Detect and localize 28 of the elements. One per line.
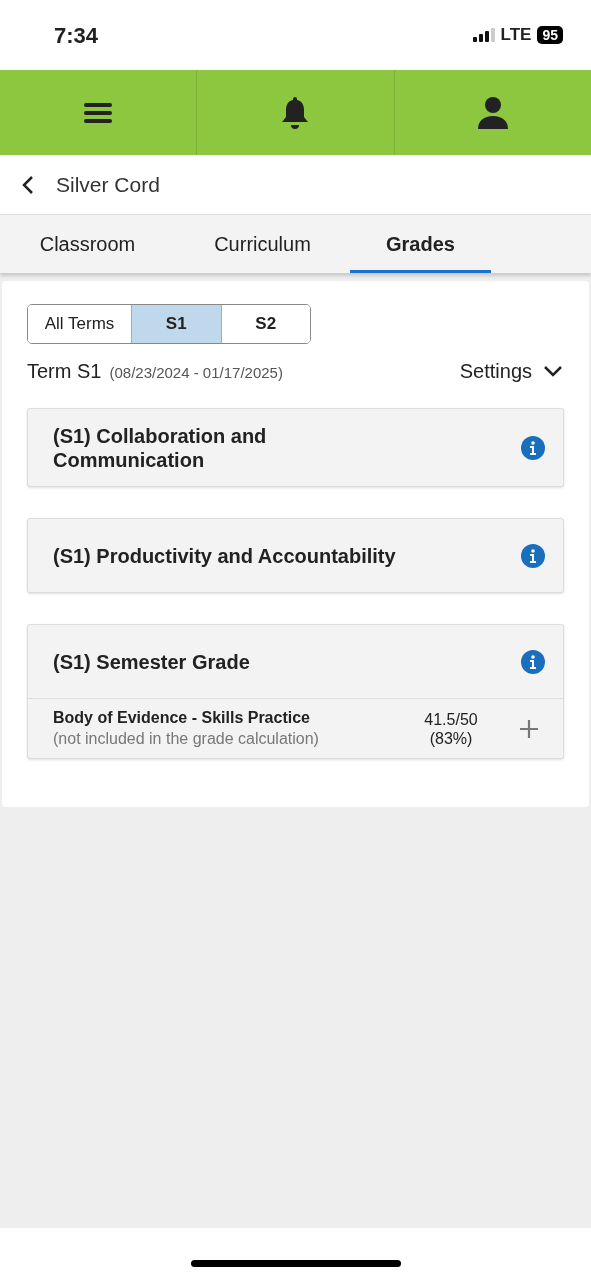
tab[interactable]: Classroom <box>0 215 175 273</box>
info-icon[interactable] <box>521 649 545 674</box>
chevron-down-icon <box>544 365 562 377</box>
category-title[interactable]: (S1) Productivity and Accountability <box>53 543 473 568</box>
person-icon <box>477 96 508 129</box>
tab[interactable]: Curriculum <box>175 215 350 273</box>
category-title[interactable]: (S1) Semester Grade <box>53 649 473 674</box>
term-dates: (08/23/2024 - 01/17/2025) <box>109 363 283 383</box>
status-time: 7:34 <box>54 21 99 50</box>
info-icon[interactable] <box>521 543 545 568</box>
network-label: LTE <box>500 24 532 47</box>
page-title: Silver Cord <box>56 171 160 198</box>
bell-icon <box>281 96 310 129</box>
item-note: (not included in the grade calculation) <box>53 728 320 749</box>
item-score: 41.5/50 <box>424 709 478 729</box>
info-icon[interactable] <box>521 435 545 460</box>
term-segment[interactable]: All Terms <box>28 305 132 343</box>
battery-indicator: 95 <box>537 26 563 44</box>
term-segment[interactable]: S1 <box>132 305 222 343</box>
signal-icon <box>472 28 495 42</box>
category-title[interactable]: (S1) Collaboration and Communication <box>53 423 333 472</box>
item-name: Body of Evidence - Skills Practice <box>53 707 311 728</box>
plus-icon[interactable] <box>519 718 539 739</box>
menu-icon <box>84 101 113 124</box>
back-icon[interactable] <box>22 174 34 195</box>
item-percent: (83%) <box>429 728 473 748</box>
term-label: Term S1 <box>27 359 102 384</box>
settings-dropdown[interactable]: Settings <box>459 356 564 386</box>
